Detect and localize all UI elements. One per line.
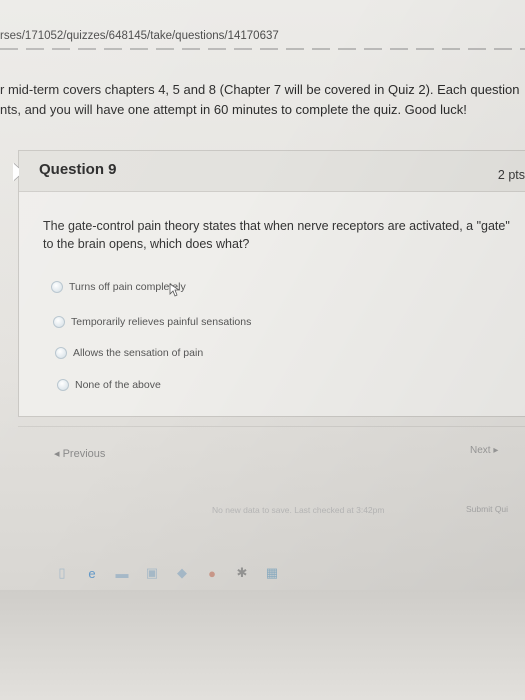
radio-icon[interactable] [51, 281, 63, 293]
radio-icon[interactable] [57, 379, 69, 391]
question-text: The gate-control pain theory states that… [43, 219, 510, 251]
question-panel: Question 9 2 pts The gate-control pain t… [13, 150, 525, 417]
question-title: Question 9 [39, 161, 117, 178]
next-button[interactable]: Next ▸ [470, 445, 498, 456]
screen: rses/171052/quizzes/648145/take/question… [0, 0, 525, 600]
taskbar: ▯ e ▬ ▣ ◆ ● ✱ ▦ [40, 560, 384, 586]
task-view-icon[interactable]: ▯ [54, 565, 70, 581]
instructions-line-2: nts, and you will have one attempt in 60… [0, 102, 467, 117]
app-tile-icon[interactable]: ▦ [264, 565, 280, 581]
chrome-icon[interactable]: ● [204, 565, 220, 581]
answer-option-label: Allows the sensation of pain [73, 347, 204, 359]
edge-icon[interactable]: e [84, 565, 100, 581]
divider [18, 426, 525, 427]
dropbox-icon[interactable]: ◆ [174, 565, 190, 581]
quiz-instructions: r mid-term covers chapters 4, 5 and 8 (C… [0, 80, 525, 120]
answer-option-label: Temporarily relieves painful sensations [71, 316, 252, 328]
previous-button[interactable]: ◂ Previous [54, 447, 105, 460]
store-icon[interactable]: ▣ [144, 565, 160, 581]
radio-icon[interactable] [55, 347, 67, 359]
settings-icon[interactable]: ✱ [234, 565, 250, 581]
answer-option-2[interactable]: Temporarily relieves painful sensations [53, 316, 251, 328]
question-points: 2 pts [497, 168, 525, 182]
answer-option-3[interactable]: Allows the sensation of pain [55, 347, 203, 359]
mouse-cursor-icon [169, 283, 181, 297]
address-bar-url[interactable]: rses/171052/quizzes/648145/take/question… [0, 30, 279, 42]
divider [0, 48, 525, 50]
question-header: Question 9 2 pts [19, 151, 525, 192]
autosave-status: No new data to save. Last checked at 3:4… [212, 505, 385, 515]
answer-option-label: None of the above [75, 379, 161, 391]
radio-icon[interactable] [53, 316, 65, 328]
file-explorer-icon[interactable]: ▬ [114, 565, 130, 581]
answer-option-4[interactable]: None of the above [57, 379, 161, 391]
answer-option-1[interactable]: Turns off pain completely [51, 281, 186, 293]
instructions-line-1: r mid-term covers chapters 4, 5 and 8 (C… [0, 82, 520, 97]
submit-quiz-button[interactable]: Submit Qui [466, 504, 508, 514]
monitor-bezel [0, 590, 525, 700]
